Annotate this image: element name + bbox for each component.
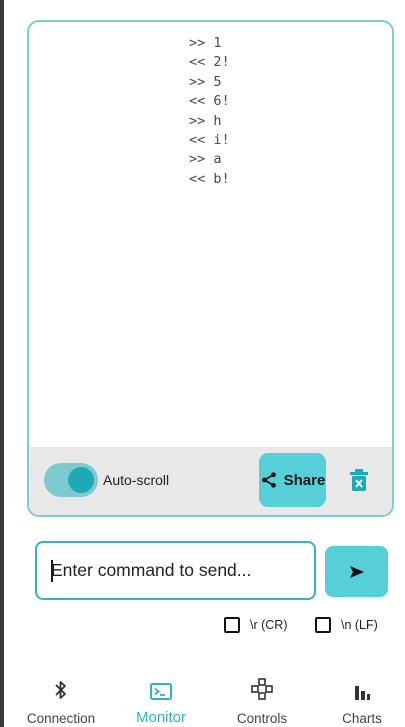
nav-monitor[interactable]: Monitor: [116, 676, 206, 726]
gamepad-icon: [251, 678, 273, 700]
share-label: Share: [283, 471, 326, 489]
cr-option[interactable]: \r (CR): [224, 617, 288, 633]
nav-label: Connection: [26, 711, 96, 726]
send-button[interactable]: [325, 546, 388, 597]
cr-checkbox[interactable]: [224, 617, 240, 633]
lf-label: \n (LF): [341, 618, 378, 632]
log-line: << 2!: [189, 54, 230, 71]
command-input[interactable]: [35, 541, 316, 600]
nav-label: Controls: [236, 711, 288, 726]
cr-label: \r (CR): [250, 618, 288, 632]
autoscroll-label: Auto-scroll: [103, 472, 170, 488]
bluetooth-icon: [55, 681, 66, 699]
nav-charts[interactable]: Charts: [317, 676, 405, 726]
serial-monitor-panel: >> 1 << 2! >> 5 << 6! >> h << i! >> a <<…: [27, 20, 394, 517]
log-line: >> 1: [189, 35, 222, 51]
text-caret: [51, 560, 53, 582]
nav-connection[interactable]: Connection: [16, 676, 106, 726]
log-line: >> 5: [189, 73, 222, 90]
terminal-icon: [150, 683, 172, 700]
toggle-thumb: [68, 467, 94, 493]
nav-controls[interactable]: Controls: [217, 676, 307, 726]
nav-label: Charts: [342, 711, 382, 726]
monitor-toolbar: Auto-scroll Share: [29, 447, 392, 515]
nav-label: Monitor: [135, 709, 187, 726]
log-line: << 6!: [189, 93, 230, 110]
trash-icon[interactable]: [349, 468, 369, 492]
log-line: << i!: [189, 132, 230, 149]
lf-checkbox[interactable]: [315, 617, 331, 633]
send-arrow-icon: [349, 565, 364, 578]
serial-log: >> 1 << 2! >> 5 << 6! >> h << i! >> a <<…: [189, 34, 230, 189]
log-line: << b!: [189, 170, 230, 187]
lf-option[interactable]: \n (LF): [315, 617, 378, 633]
share-button[interactable]: Share: [259, 453, 326, 507]
log-line: >> a: [189, 151, 222, 168]
bottom-navigation: Connection Monitor Controls Charts: [0, 676, 405, 727]
window-edge: [0, 0, 4, 727]
autoscroll-toggle[interactable]: [44, 463, 98, 497]
share-icon: [261, 472, 276, 488]
log-line: >> h: [189, 112, 222, 129]
bar-chart-icon: [355, 686, 370, 700]
